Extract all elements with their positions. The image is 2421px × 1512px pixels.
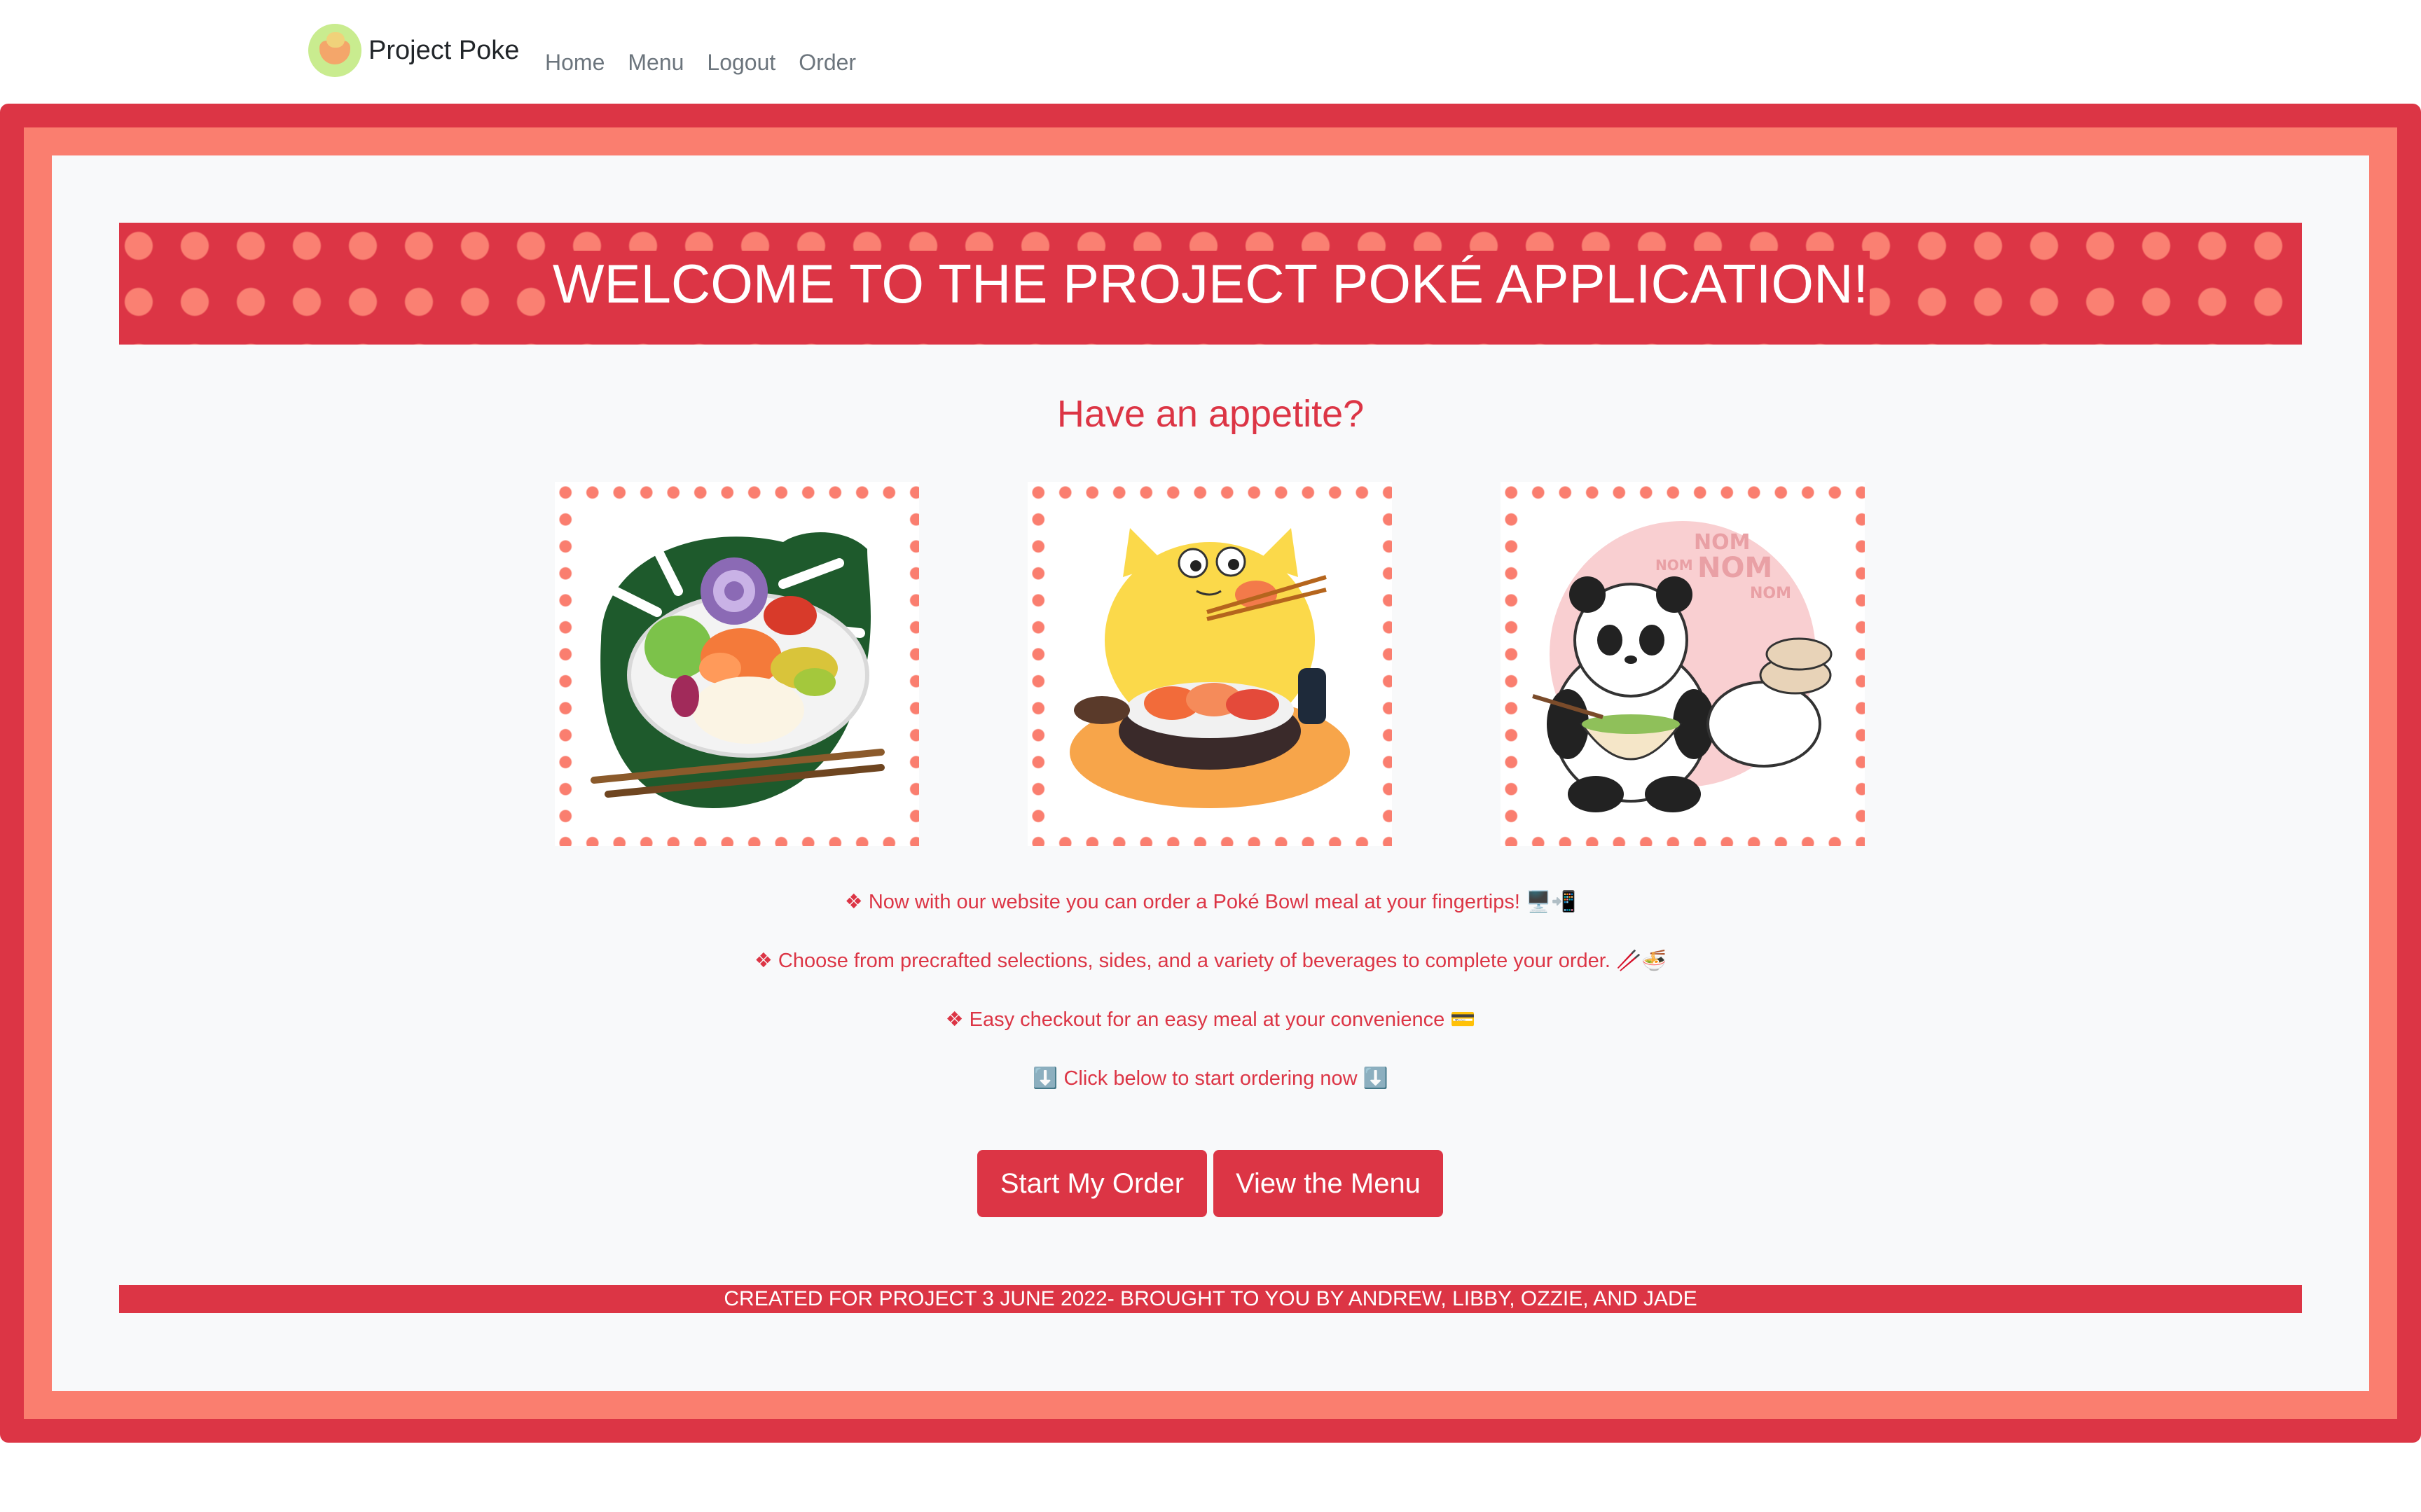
feature-checkout: ❖ Easy checkout for an easy meal at your… <box>945 1008 1476 1031</box>
footer-credits: CREATED FOR PROJECT 3 JUNE 2022- BROUGHT… <box>119 1285 2302 1313</box>
svg-text:NOM: NOM <box>1697 552 1772 584</box>
stamp-frame-cat <box>1028 482 1392 846</box>
nav-link-order[interactable]: Order <box>799 49 856 76</box>
feature-click-below: ⬇️ Click below to start ordering now ⬇️ <box>1033 1067 1388 1090</box>
nav-links: Home Menu Logout Order <box>545 49 856 76</box>
appetite-heading: Have an appetite? <box>1056 393 1365 435</box>
nav-link-home[interactable]: Home <box>545 49 605 76</box>
feature-choose: ❖ Choose from precrafted selections, sid… <box>754 950 1667 972</box>
stamp-frame-poke-bowl <box>555 482 919 846</box>
view-menu-button[interactable]: View the Menu <box>1213 1150 1443 1217</box>
nav-link-logout[interactable]: Logout <box>707 49 775 76</box>
nav-link-menu[interactable]: Menu <box>628 49 684 76</box>
brand-name: Project Poke <box>368 35 520 65</box>
navbar: Project Poke Home Menu Logout Order <box>0 0 2421 104</box>
feature-order: ❖ Now with our website you can order a P… <box>844 891 1577 913</box>
page-title: WELCOME TO THE PROJECT POKÉ APPLICATION! <box>551 251 1870 317</box>
poke-logo-icon <box>308 24 361 77</box>
panda-eating-poke-image: NOM NOM NOM NOM <box>1519 500 1847 828</box>
svg-text:NOM: NOM <box>1655 557 1693 574</box>
cat-eating-poke-image <box>1046 500 1374 828</box>
nom-nom-text: NOM <box>1694 530 1750 555</box>
start-order-button[interactable]: Start My Order <box>977 1150 1207 1217</box>
welcome-banner: WELCOME TO THE PROJECT POKÉ APPLICATION! <box>119 223 2302 345</box>
poke-bowl-image <box>573 500 901 828</box>
stamp-frame-panda: NOM NOM NOM NOM <box>1501 482 1865 846</box>
brand-link[interactable]: Project Poke <box>308 21 519 80</box>
svg-text:NOM: NOM <box>1750 585 1791 602</box>
